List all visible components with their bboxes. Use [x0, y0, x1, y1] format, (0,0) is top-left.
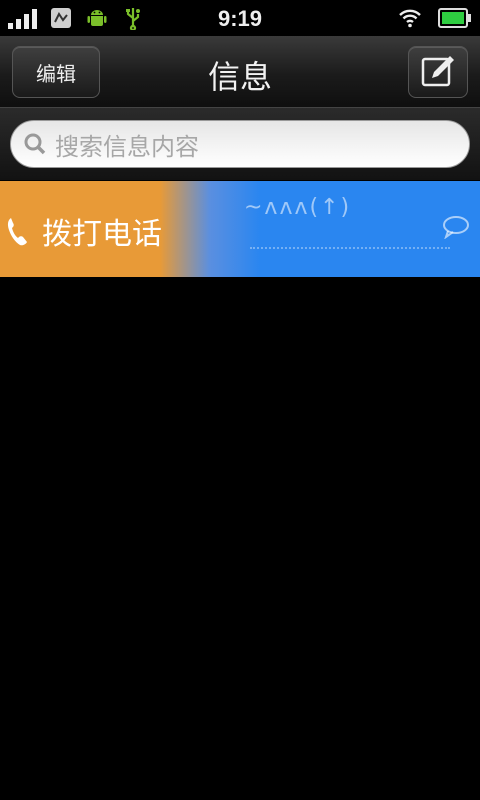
message-preview-ghost	[250, 233, 450, 249]
conversation-list-empty-area	[0, 277, 480, 800]
conversation-row-swiped[interactable]: 拨打电话 ~ᴧᴧᴧ(↑)	[0, 181, 480, 277]
search-input[interactable]: 搜索信息内容	[10, 120, 470, 168]
search-icon	[24, 133, 46, 155]
phone-icon	[7, 218, 27, 246]
nav-bar: 编辑 信息	[0, 36, 480, 108]
call-action-button[interactable]: 拨打电话	[6, 209, 162, 253]
compose-button[interactable]	[408, 46, 468, 98]
page-title: 信息	[207, 58, 272, 96]
compose-icon	[421, 56, 454, 87]
search-bar: 搜索信息内容	[0, 108, 480, 180]
status-right-icons	[396, 6, 472, 30]
edit-button-label: 编辑	[36, 61, 76, 86]
call-action-label: 拨打电话	[42, 217, 162, 252]
battery-icon	[438, 8, 471, 28]
message-bubble-icon	[443, 216, 469, 239]
search-placeholder: 搜索信息内容	[55, 132, 199, 161]
contact-name-ghost: ~ᴧᴧᴧ(↑)	[244, 195, 352, 220]
wifi-icon	[399, 9, 421, 28]
status-bar: 9:19	[0, 0, 480, 36]
edit-button[interactable]: 编辑	[12, 46, 100, 98]
